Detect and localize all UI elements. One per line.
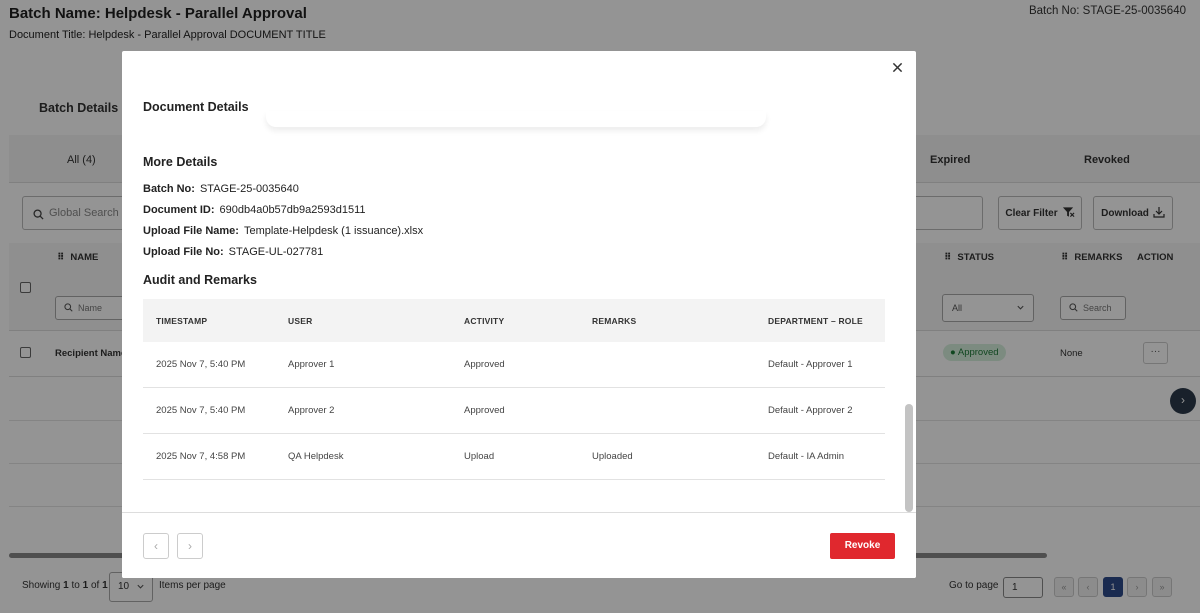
detail-batch-no: Batch No: STAGE-25-0035640 — [143, 183, 299, 195]
audit-remarks-title: Audit and Remarks — [143, 273, 257, 287]
audit-header-department-role: DEPARTMENT – ROLE — [768, 316, 863, 326]
document-details-title: Document Details — [143, 100, 249, 114]
modal-footer: ‹ › Revoke — [122, 512, 916, 578]
more-details-title: More Details — [143, 155, 218, 169]
audit-header-activity: ACTIVITY — [464, 316, 505, 326]
audit-table: TIMESTAMP USER ACTIVITY REMARKS DEPARTME… — [143, 299, 885, 480]
audit-table-header: TIMESTAMP USER ACTIVITY REMARKS DEPARTME… — [143, 299, 885, 342]
detail-upload-file-no: Upload File No: STAGE-UL-027781 — [143, 246, 324, 258]
chevron-left-icon: ‹ — [154, 539, 158, 553]
document-preview-card — [266, 111, 766, 127]
detail-upload-file-name: Upload File Name: Template-Helpdesk (1 is… — [143, 225, 424, 237]
document-details-modal: Document Details More Details Batch No: S… — [122, 51, 916, 578]
previous-document-button[interactable]: ‹ — [143, 533, 169, 559]
next-document-button[interactable]: › — [177, 533, 203, 559]
detail-document-id: Document ID: 690db4a0b57db9a2593d1511 — [143, 204, 366, 216]
revoke-button[interactable]: Revoke — [830, 533, 895, 559]
audit-header-timestamp: TIMESTAMP — [156, 316, 208, 326]
audit-header-user: USER — [288, 316, 313, 326]
modal-vertical-scrollbar[interactable] — [905, 404, 913, 512]
audit-row: 2025 Nov 7, 5:40 PM Approver 2 Approved … — [143, 388, 885, 434]
close-icon[interactable] — [890, 61, 904, 75]
audit-row: 2025 Nov 7, 4:58 PM QA Helpdesk Upload U… — [143, 434, 885, 480]
audit-row: 2025 Nov 7, 5:40 PM Approver 1 Approved … — [143, 342, 885, 388]
audit-header-remarks: REMARKS — [592, 316, 637, 326]
chevron-right-icon: › — [188, 539, 192, 553]
